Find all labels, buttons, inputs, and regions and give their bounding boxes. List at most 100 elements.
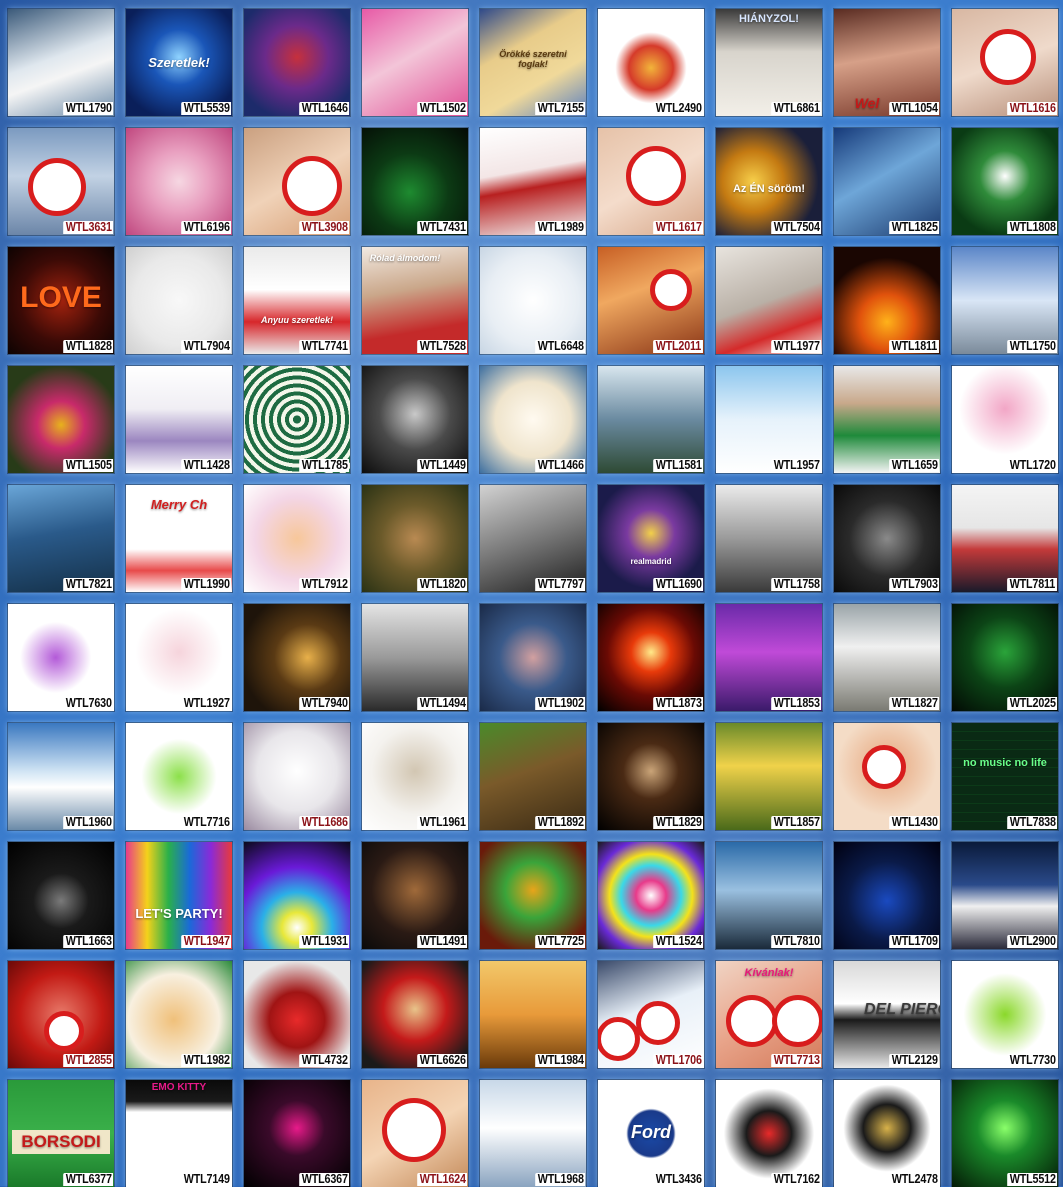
wallpaper-tile[interactable]: WTL1524 [598, 842, 704, 949]
wallpaper-tile[interactable]: WTL1857 [716, 723, 822, 830]
wallpaper-tile[interactable]: WTL2478 [834, 1080, 940, 1187]
wallpaper-tile[interactable]: WTL1758 [716, 485, 822, 592]
wallpaper-tile[interactable]: WTL7162 [716, 1080, 822, 1187]
wallpaper-tile[interactable]: WTL7810 [716, 842, 822, 949]
wallpaper-tile[interactable]: WTL1957 [716, 366, 822, 473]
wallpaper-tile[interactable]: WTL2025 [952, 604, 1058, 711]
wallpaper-tile[interactable]: WTL1428 [126, 366, 232, 473]
wallpaper-thumbnail [480, 1080, 586, 1187]
wallpaper-tile[interactable]: WTL7811 [952, 485, 1058, 592]
wallpaper-tile[interactable]: WTL1430 [834, 723, 940, 830]
wallpaper-tile[interactable]: WTL1820 [362, 485, 468, 592]
wallpaper-tile[interactable]: WTL1960 [8, 723, 114, 830]
wallpaper-tile[interactable]: WTL4732 [244, 961, 350, 1068]
wallpaper-tile[interactable]: WTL1829 [598, 723, 704, 830]
wallpaper-tile[interactable]: WTL1502 [362, 9, 468, 116]
wallpaper-tile[interactable]: LOVE WTL1828 [8, 247, 114, 354]
wallpaper-tile[interactable]: WTL1646 [244, 9, 350, 116]
wallpaper-tile[interactable]: WTL7904 [126, 247, 232, 354]
wallpaper-tile[interactable]: WTL1961 [362, 723, 468, 830]
wallpaper-tile[interactable]: Anyuu szeretlek! WTL7741 [244, 247, 350, 354]
wallpaper-tile[interactable]: WTL6367 [244, 1080, 350, 1187]
wallpaper-tile[interactable]: Rólad álmodom! WTL7528 [362, 247, 468, 354]
wallpaper-tile[interactable]: WTL6626 [362, 961, 468, 1068]
wallpaper-tile[interactable]: WTL1616 [952, 9, 1058, 116]
wallpaper-tile[interactable]: LET'S PARTY! WTL1947 [126, 842, 232, 949]
wallpaper-tile[interactable]: WTL1624 [362, 1080, 468, 1187]
wallpaper-tile[interactable]: WTL1785 [244, 366, 350, 473]
wallpaper-tile[interactable]: WTL7431 [362, 128, 468, 235]
censor-circle [28, 158, 86, 216]
wallpaper-tile[interactable]: WTL1825 [834, 128, 940, 235]
wallpaper-tile[interactable]: WTL7940 [244, 604, 350, 711]
wallpaper-code-label: WTL1617 [652, 221, 703, 234]
wallpaper-tile[interactable]: WTL6196 [126, 128, 232, 235]
wallpaper-tile[interactable]: WTL1659 [834, 366, 940, 473]
wallpaper-tile[interactable]: WTL7716 [126, 723, 232, 830]
wallpaper-code-label: WTL2025 [1006, 697, 1057, 710]
wallpaper-tile[interactable]: WTL1686 [244, 723, 350, 830]
wallpaper-tile[interactable]: WTL1449 [362, 366, 468, 473]
wallpaper-tile[interactable]: Szeretlek! WTL5539 [126, 9, 232, 116]
wallpaper-tile[interactable]: Merry Ch WTL1990 [126, 485, 232, 592]
wallpaper-tile[interactable]: WTL1989 [480, 128, 586, 235]
wallpaper-tile[interactable]: WTL1977 [716, 247, 822, 354]
wallpaper-tile[interactable]: WTL1984 [480, 961, 586, 1068]
wallpaper-tile[interactable]: HIÁNYZOL! WTL6861 [716, 9, 822, 116]
wallpaper-tile[interactable]: WTL1663 [8, 842, 114, 949]
wallpaper-tile[interactable]: WTL1982 [126, 961, 232, 1068]
wallpaper-tile[interactable]: WTL1927 [126, 604, 232, 711]
wallpaper-tile[interactable]: WTL7797 [480, 485, 586, 592]
wallpaper-thumbnail [834, 604, 940, 711]
wallpaper-tile[interactable]: WTL2490 [598, 9, 704, 116]
wallpaper-tile[interactable]: WTL1494 [362, 604, 468, 711]
wallpaper-tile[interactable]: WTL7912 [244, 485, 350, 592]
wallpaper-tile[interactable]: WTL3631 [8, 128, 114, 235]
wallpaper-tile[interactable]: EMO KITTY WTL7149 [126, 1080, 232, 1187]
wallpaper-tile[interactable]: WTL1466 [480, 366, 586, 473]
wallpaper-tile[interactable]: Ford WTL3436 [598, 1080, 704, 1187]
wallpaper-tile[interactable]: WTL1491 [362, 842, 468, 949]
wallpaper-tile[interactable]: WTL1790 [8, 9, 114, 116]
wallpaper-tile[interactable]: WTL1505 [8, 366, 114, 473]
wallpaper-tile[interactable]: WTL7821 [8, 485, 114, 592]
wallpaper-tile[interactable]: WTL1827 [834, 604, 940, 711]
wallpaper-code-label: WTL1984 [534, 1054, 585, 1067]
wallpaper-tile[interactable]: WTL1581 [598, 366, 704, 473]
wallpaper-tile[interactable]: DEL PIEROWTL2129 [834, 961, 940, 1068]
wallpaper-tile[interactable]: WTL1968 [480, 1080, 586, 1187]
wallpaper-tile[interactable]: WTL7630 [8, 604, 114, 711]
wallpaper-tile[interactable]: Wel WTL1054 [834, 9, 940, 116]
wallpaper-tile[interactable]: WTL5512 [952, 1080, 1058, 1187]
wallpaper-tile[interactable]: Örökké szeretni foglak! WTL7155 [480, 9, 586, 116]
wallpaper-code-label: WTL7713 [770, 1054, 821, 1067]
wallpaper-tile[interactable]: WTL1902 [480, 604, 586, 711]
wallpaper-tile[interactable]: WTL2900 [952, 842, 1058, 949]
wallpaper-tile[interactable]: WTL1931 [244, 842, 350, 949]
wallpaper-tile[interactable]: WTL3908 [244, 128, 350, 235]
wallpaper-tile[interactable]: WTL2011 [598, 247, 704, 354]
wallpaper-tile[interactable]: WTL1811 [834, 247, 940, 354]
wallpaper-tile[interactable]: Kívánlak! WTL7713 [716, 961, 822, 1068]
wallpaper-tile[interactable]: WTL2855 [8, 961, 114, 1068]
wallpaper-tile[interactable]: no music no life WTL7838 [952, 723, 1058, 830]
wallpaper-tile[interactable]: WTL1720 [952, 366, 1058, 473]
wallpaper-code-label: WTL3908 [298, 221, 349, 234]
wallpaper-tile[interactable]: Az ÉN söröm! WTL7504 [716, 128, 822, 235]
wallpaper-tile[interactable]: realmadrid WTL1690 [598, 485, 704, 592]
wallpaper-tile[interactable]: WTL1750 [952, 247, 1058, 354]
wallpaper-thumbnail [8, 604, 114, 711]
wallpaper-tile[interactable]: WTL1706 [598, 961, 704, 1068]
wallpaper-tile[interactable]: WTL7903 [834, 485, 940, 592]
wallpaper-tile[interactable]: WTL7725 [480, 842, 586, 949]
wallpaper-tile[interactable]: WTL1873 [598, 604, 704, 711]
wallpaper-tile[interactable]: WTL1709 [834, 842, 940, 949]
wallpaper-tile[interactable]: WTL6648 [480, 247, 586, 354]
wallpaper-tile[interactable]: WTL1617 [598, 128, 704, 235]
wallpaper-tile[interactable]: WTL1808 [952, 128, 1058, 235]
wallpaper-code-label: WTL1690 [652, 578, 703, 591]
wallpaper-tile[interactable]: WTL1892 [480, 723, 586, 830]
wallpaper-tile[interactable]: WTL7730 [952, 961, 1058, 1068]
wallpaper-tile[interactable]: WTL1853 [716, 604, 822, 711]
wallpaper-tile[interactable]: BORSODI WTL6377 [8, 1080, 114, 1187]
